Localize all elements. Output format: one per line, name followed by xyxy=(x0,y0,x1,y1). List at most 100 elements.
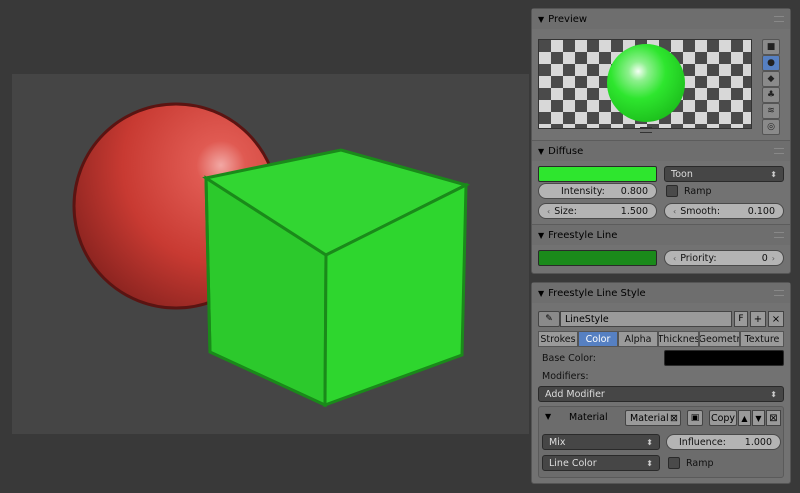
influence-field[interactable]: Influence: 1.000 xyxy=(666,434,781,450)
remove-modifier-button[interactable]: ⊠ xyxy=(766,410,781,426)
linestyle-properties-panel: ▼ Freestyle Line Style ✎ LineStyle F + ×… xyxy=(531,282,791,484)
collapse-triangle-icon: ▼ xyxy=(538,14,545,24)
preview-resize-handle[interactable] xyxy=(640,127,652,133)
smooth-field[interactable]: ‹ Smooth: 0.100 xyxy=(664,203,784,219)
blend-mode-dropdown[interactable]: Mix ⬍ xyxy=(542,434,660,450)
modifier-material-button[interactable]: Material ⊠ xyxy=(625,410,681,426)
preview-world-button[interactable]: ◎ xyxy=(762,119,780,135)
influence-label: Influence: xyxy=(679,436,726,448)
diffuse-header[interactable]: ▼ Diffuse xyxy=(532,141,790,161)
intensity-field[interactable]: Intensity: 0.800 xyxy=(538,183,657,199)
diffuse-ramp-checkbox[interactable]: Ramp xyxy=(666,185,712,197)
preview-title: Preview xyxy=(548,13,588,25)
tab-label: Strokes xyxy=(540,333,576,345)
size-field[interactable]: ‹ Size: 1.500 xyxy=(538,203,657,219)
linestyle-tabs: Strokes Color Alpha Thicknes Geometr Tex… xyxy=(538,331,784,347)
intensity-value: 0.800 xyxy=(620,185,648,197)
decrement-arrow-icon[interactable]: ‹ xyxy=(673,254,676,263)
updown-icon: ⬍ xyxy=(646,437,653,447)
collapse-triangle-icon: ▼ xyxy=(538,230,545,240)
checkbox-box[interactable] xyxy=(666,185,678,197)
fake-user-label: F xyxy=(738,314,744,324)
monkey-icon: ♣ xyxy=(766,90,776,100)
ramp-label: Ramp xyxy=(684,185,712,197)
drag-grip-icon[interactable] xyxy=(774,232,784,238)
base-color-label: Base Color: xyxy=(542,353,596,364)
expand-triangle-icon[interactable]: ▼ xyxy=(545,412,551,421)
freestyle-line-title: Freestyle Line xyxy=(548,229,618,241)
preview-flat-button[interactable]: ■ xyxy=(762,39,780,55)
priority-value: 0 xyxy=(761,252,768,264)
tab-label: Alpha xyxy=(624,333,652,345)
size-label: Size: xyxy=(554,205,577,217)
freestyle-line-header[interactable]: ▼ Freestyle Line xyxy=(532,225,790,245)
tab-label: Color xyxy=(585,333,611,345)
close-icon: × xyxy=(771,313,781,325)
linestyle-name-field[interactable]: LineStyle xyxy=(560,311,732,327)
flat-icon: ■ xyxy=(766,42,776,52)
decrement-arrow-icon[interactable]: ‹ xyxy=(673,207,676,216)
intensity-label: Intensity: xyxy=(561,185,605,197)
linestyle-header[interactable]: ▼ Freestyle Line Style xyxy=(532,283,790,303)
diffuse-section: ▼ Diffuse xyxy=(532,140,790,161)
tab-label: Texture xyxy=(744,333,780,345)
cube-icon: ◆ xyxy=(767,74,775,84)
ramp-label: Ramp xyxy=(686,457,714,469)
3d-viewport[interactable] xyxy=(0,0,529,493)
preview-sphere-button[interactable]: ● xyxy=(762,55,780,71)
size-value: 1.500 xyxy=(620,205,648,217)
increment-arrow-icon[interactable]: › xyxy=(772,254,775,263)
diffuse-shader-value: Toon xyxy=(671,168,693,180)
priority-label: Priority: xyxy=(680,252,717,264)
add-modifier-dropdown[interactable]: Add Modifier ⬍ xyxy=(538,386,784,402)
modifier-ramp-checkbox[interactable]: Ramp xyxy=(668,457,714,469)
add-modifier-label: Add Modifier xyxy=(545,388,605,400)
preview-render xyxy=(538,39,752,129)
drag-grip-icon[interactable] xyxy=(774,16,784,22)
preview-monkey-button[interactable]: ♣ xyxy=(762,87,780,103)
tab-color[interactable]: Color xyxy=(578,331,618,347)
smooth-label: Smooth: xyxy=(680,205,721,217)
collapse-triangle-icon: ▼ xyxy=(538,146,545,156)
fake-user-button[interactable]: F xyxy=(734,311,748,327)
new-linestyle-button[interactable]: + xyxy=(750,311,766,327)
collapse-triangle-icon: ▼ xyxy=(538,288,545,298)
diffuse-title: Diffuse xyxy=(548,145,584,157)
drag-grip-icon[interactable] xyxy=(774,148,784,154)
linestyle-browse-button[interactable]: ✎ xyxy=(538,311,560,327)
diffuse-shader-dropdown[interactable]: Toon ⬍ xyxy=(664,166,784,182)
drag-grip-icon[interactable] xyxy=(774,290,784,296)
tab-geometry[interactable]: Geometr xyxy=(699,331,740,347)
diffuse-color-swatch[interactable] xyxy=(538,166,657,182)
material-properties-panel: ▼ Preview ■ ● ◆ ♣ ≋ ◎ ▼ Diffuse Toon ⬍ In… xyxy=(531,8,791,274)
tab-alpha[interactable]: Alpha xyxy=(618,331,658,347)
checkbox-box[interactable] xyxy=(668,457,680,469)
modifier-copy-button[interactable]: Copy xyxy=(709,410,737,426)
tab-thickness[interactable]: Thicknes xyxy=(658,331,699,347)
freestyle-line-color-swatch[interactable] xyxy=(538,250,657,266)
modifier-render-toggle[interactable]: ▣ xyxy=(687,410,703,426)
tab-strokes[interactable]: Strokes xyxy=(538,331,578,347)
preview-header[interactable]: ▼ Preview xyxy=(532,9,790,29)
updown-icon: ⬍ xyxy=(770,389,777,399)
tab-texture[interactable]: Texture xyxy=(740,331,784,347)
decrement-arrow-icon[interactable]: ‹ xyxy=(547,207,550,216)
down-arrow-icon: ▼ xyxy=(755,413,762,423)
preview-hair-button[interactable]: ≋ xyxy=(762,103,780,119)
brush-icon: ✎ xyxy=(545,314,553,324)
sphere-icon: ● xyxy=(767,58,775,68)
color-source-value: Line Color xyxy=(549,457,597,469)
material-btn-label: Material xyxy=(630,412,669,424)
base-color-swatch[interactable] xyxy=(664,350,784,366)
preview-cube-button[interactable]: ◆ xyxy=(762,71,780,87)
linestyle-title: Freestyle Line Style xyxy=(548,287,646,299)
preview-sphere xyxy=(607,44,685,122)
move-down-button[interactable]: ▼ xyxy=(752,410,765,426)
scene-render xyxy=(72,102,471,408)
priority-field[interactable]: ‹ Priority: 0 › xyxy=(664,250,784,266)
move-up-button[interactable]: ▲ xyxy=(738,410,751,426)
unlink-linestyle-button[interactable]: × xyxy=(768,311,784,327)
blend-mode-value: Mix xyxy=(549,436,566,448)
color-source-dropdown[interactable]: Line Color ⬍ xyxy=(542,455,660,471)
close-icon[interactable]: ⊠ xyxy=(670,413,678,424)
